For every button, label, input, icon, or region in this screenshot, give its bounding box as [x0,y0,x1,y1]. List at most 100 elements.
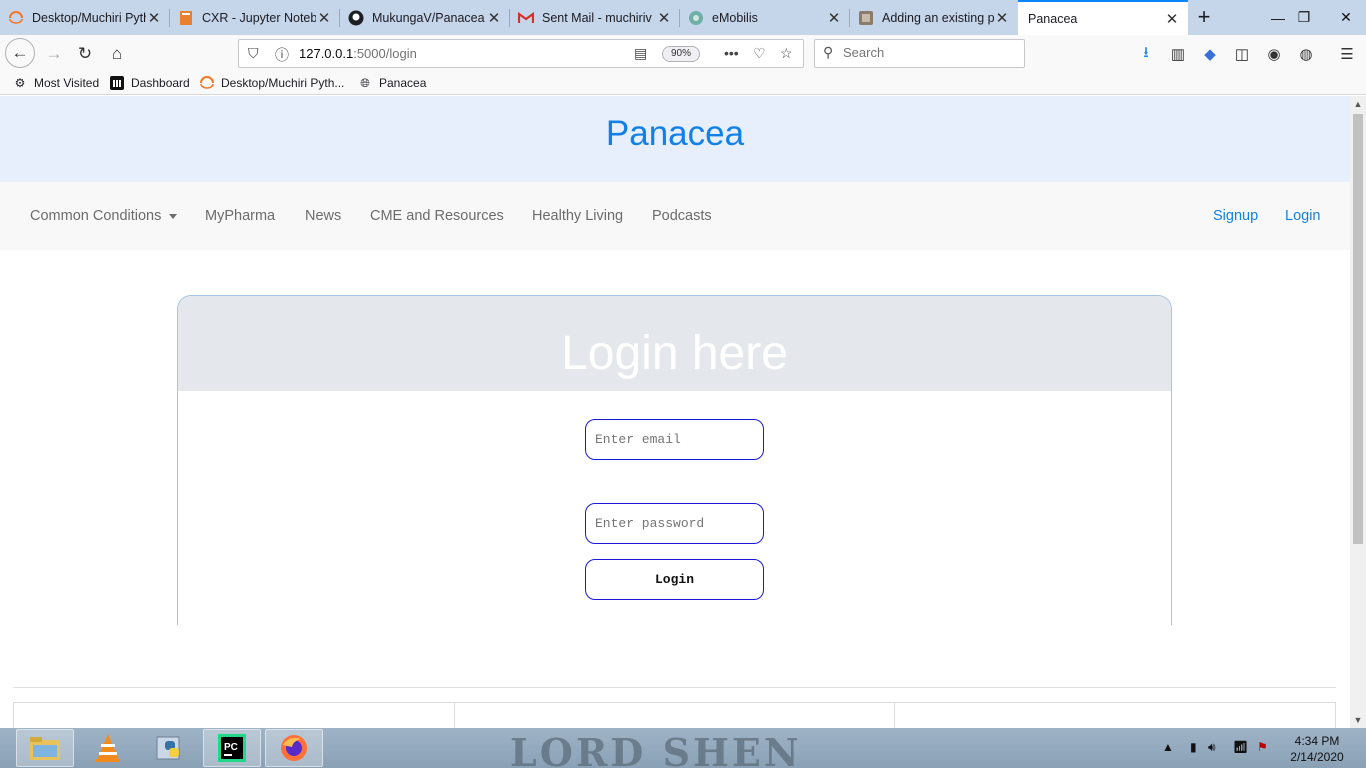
wallpaper-text: LORD SHEN [510,730,802,775]
pocket-icon[interactable]: ♡ [753,45,766,62]
browser-tab-active[interactable]: Panacea ✕ [1018,0,1188,35]
bookmark-panacea[interactable]: 🌐︎ Panacea [357,75,426,91]
info-icon[interactable]: ⓘ [275,45,289,65]
home-icon[interactable]: ⌂ [103,40,131,68]
footer-column [13,702,455,728]
globe-icon: 🌐︎ [360,75,370,90]
vlc-button[interactable] [79,729,137,767]
bookmark-desktop[interactable]: Desktop/Muchiri Pyth... [199,75,344,91]
firefox-icon [281,735,307,761]
downloads-icon[interactable]: ⭳ [1136,44,1156,64]
page-actions-icon[interactable]: ••• [724,45,739,61]
search-input[interactable] [843,45,1013,60]
show-hidden-icons[interactable]: ▲ [1162,740,1174,754]
clock-time: 4:34 PM [1294,734,1340,748]
scroll-down-icon[interactable]: ▼ [1350,712,1366,728]
battery-icon[interactable]: ▮ [1190,740,1197,754]
restore-icon[interactable]: ❐ [1288,0,1320,35]
close-tab-icon[interactable]: ✕ [656,9,672,27]
bookmark-most-visited[interactable]: ⚙ Most Visited [12,75,100,91]
windows-taskbar: LORD SHEN PC ▲ ▮ 🔊︎ 📶︎ ⚑ 4:34 PM 2/14/20… [0,728,1366,775]
close-tab-icon[interactable]: ✕ [826,9,842,27]
page-viewport: Panacea Common Conditions MyPharma News … [0,96,1350,728]
nav-cme-resources[interactable]: CME and Resources [370,208,504,224]
nav-common-conditions-dropdown[interactable]: Common Conditions [30,208,178,224]
scroll-up-icon[interactable]: ▲ [1350,96,1366,112]
tab-title: CXR - Jupyter Noteb [202,10,316,25]
network-icon[interactable]: 📶︎ [1233,740,1248,754]
bookmark-label: Most Visited [34,76,100,90]
clock-date: 2/14/2020 [1290,750,1344,764]
email-field[interactable] [585,419,764,460]
system-clock[interactable]: 4:34 PM 2/14/2020 [1284,733,1350,765]
python-icon [156,736,180,760]
folder-icon [30,737,60,760]
tab-title: Panacea [1028,11,1078,26]
pycharm-button[interactable]: PC [203,729,261,767]
url-host: 127.0.0.1 [299,46,354,61]
site-brand[interactable]: Panacea [0,114,1350,154]
menu-icon[interactable]: ☰ [1337,44,1357,64]
svg-text:PC: PC [224,742,238,753]
site-header: Panacea [0,96,1350,182]
browser-tab[interactable]: Adding an existing p ✕ [850,0,1018,35]
close-tab-icon[interactable]: ✕ [146,9,162,27]
browser-tab[interactable]: MukungaV/Panacea ✕ [340,0,510,35]
url-bar[interactable]: ⛉ ⓘ 127.0.0.1:5000/login ▤ 90% ••• ♡ ☆ [238,39,804,68]
password-field[interactable] [585,503,764,544]
vertical-scrollbar[interactable]: ▲ ▼ [1350,96,1366,728]
nav-label: Common Conditions [30,208,162,224]
site-navbar: Common Conditions MyPharma News CME and … [0,182,1350,250]
footer-column [454,702,895,728]
browser-tab[interactable]: eMobilis ✕ [680,0,850,35]
login-button[interactable]: Login [585,559,764,600]
library-icon[interactable]: ▥ [1168,44,1188,64]
extension-icon[interactable]: ◉ [1264,44,1284,64]
divider [13,687,1336,688]
browser-tab[interactable]: Desktop/Muchiri Pyth ✕ [0,0,170,35]
nav-news[interactable]: News [305,208,341,224]
vlc-icon [96,734,120,762]
close-tab-icon[interactable]: ✕ [994,9,1010,27]
close-tab-icon[interactable]: ✕ [1164,10,1180,28]
nav-signup[interactable]: Signup [1213,208,1258,224]
close-tab-icon[interactable]: ✕ [316,9,332,27]
volume-icon[interactable]: 🔊︎ [1208,740,1216,755]
firefox-button[interactable] [265,729,323,767]
file-explorer-button[interactable] [16,729,74,767]
bookmark-label: Dashboard [131,76,190,90]
close-tab-icon[interactable]: ✕ [486,9,502,27]
footer-column [894,702,1336,728]
back-icon[interactable]: ← [5,38,35,68]
nav-healthy-living[interactable]: Healthy Living [532,208,623,224]
browser-tab[interactable]: Sent Mail - muchiriv ✕ [510,0,680,35]
bookmark-dashboard[interactable]: Dashboard [109,75,190,91]
login-heading: Login here [561,327,788,380]
action-center-icon[interactable]: ⚑ [1257,740,1268,754]
account-icon[interactable]: ◍ [1296,44,1316,64]
tab-title: Desktop/Muchiri Pyth [32,10,146,25]
zoom-level[interactable]: 90% [662,46,700,62]
scrollbar-thumb[interactable] [1353,114,1363,544]
reader-view-icon[interactable]: ▤ [634,45,647,62]
new-tab-icon[interactable]: + [1190,2,1218,32]
globe-icon [688,10,704,26]
shield-icon[interactable]: ⛉ [248,45,259,62]
close-window-icon[interactable]: ✕ [1330,0,1362,35]
nav-podcasts[interactable]: Podcasts [652,208,712,224]
tab-title: Adding an existing p [882,10,994,25]
notebook-icon [178,10,194,26]
reload-icon[interactable]: ↻ [71,40,99,68]
url-text[interactable]: 127.0.0.1:5000/login [299,46,417,61]
forward-icon[interactable]: → [40,40,68,68]
search-box[interactable]: ⚲ [814,39,1025,68]
tab-title: Sent Mail - muchiriv [542,10,652,25]
bookmark-star-icon[interactable]: ☆ [780,45,793,62]
caret-down-icon [169,213,178,219]
nav-mypharma[interactable]: MyPharma [205,208,275,224]
extension-icon[interactable]: ◆ [1200,44,1220,64]
sidebar-icon[interactable]: ◫ [1232,44,1252,64]
browser-tab[interactable]: CXR - Jupyter Noteb ✕ [170,0,340,35]
nav-login[interactable]: Login [1285,208,1320,224]
python-button[interactable] [141,729,199,767]
